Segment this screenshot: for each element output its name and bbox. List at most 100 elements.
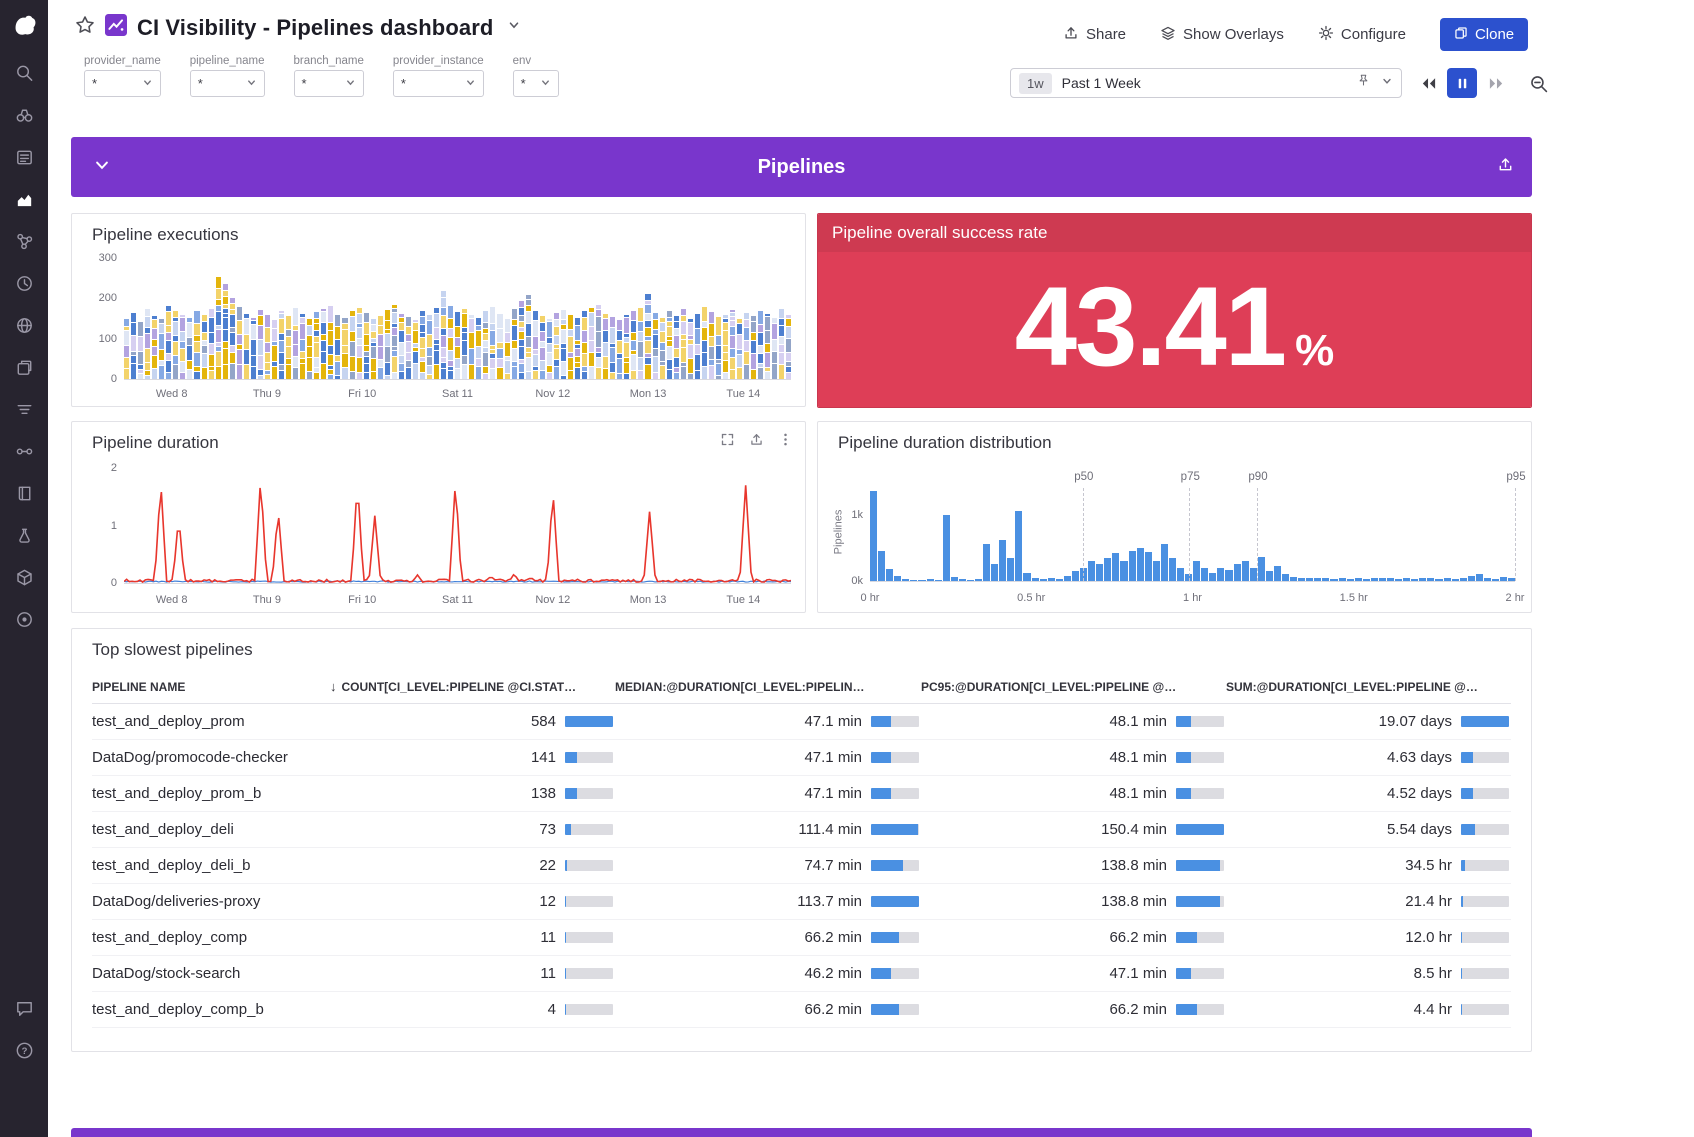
ci-icon[interactable] — [0, 430, 48, 472]
widget-title: Pipeline executions — [92, 225, 238, 245]
time-range-shortcut[interactable]: 1w — [1019, 73, 1052, 94]
bar-segment — [300, 314, 305, 317]
pc95-cell: 66.2 min — [921, 1001, 1226, 1018]
metrics-icon[interactable] — [0, 178, 48, 220]
chevron-down-icon — [465, 76, 476, 91]
widget-title: Pipeline duration distribution — [838, 433, 1052, 453]
column-header[interactable]: PC95:@DURATION[CI_LEVEL:PIPELINE @… — [921, 680, 1226, 694]
distribution-x-axis: 0 hr0.5 hr1 hr1.5 hr2 hr — [870, 592, 1515, 604]
time-range-picker[interactable]: 1w Past 1 Week — [1010, 68, 1402, 98]
pipeline-name-cell[interactable]: test_and_deploy_prom — [92, 713, 330, 730]
histogram-bar — [959, 579, 966, 581]
chat-icon[interactable] — [0, 987, 48, 1029]
pin-icon[interactable] — [1356, 73, 1371, 93]
stacked-bar — [399, 314, 404, 379]
histogram-bar — [1444, 578, 1451, 581]
filter-select-branch_name[interactable]: * — [294, 70, 364, 97]
title-chevron-down-icon[interactable] — [503, 18, 521, 37]
bar-segment — [554, 367, 559, 379]
bar-segment — [307, 336, 312, 346]
success-rate-value-area[interactable]: 43.41 % — [818, 252, 1531, 408]
column-header[interactable]: SUM:@DURATION[CI_LEVEL:PIPELINE @… — [1226, 680, 1511, 694]
bar-segment — [596, 368, 601, 379]
bar-segment — [258, 340, 263, 355]
pipeline-name-cell[interactable]: test_and_deploy_comp_b — [92, 1001, 330, 1018]
median-value: 47.1 min — [804, 749, 862, 766]
count-value: 11 — [540, 929, 556, 946]
filter-select-provider_name[interactable]: * — [84, 70, 161, 97]
sum-bar-fill — [1461, 824, 1475, 835]
help-icon[interactable]: ? — [0, 1029, 48, 1071]
expand-icon[interactable] — [720, 432, 735, 447]
time-range-chevron-down-icon[interactable] — [1381, 74, 1393, 92]
count-cell: 22 — [330, 857, 615, 874]
pipeline-name-cell[interactable]: test_and_deploy_deli — [92, 821, 330, 838]
time-forward-icon[interactable] — [1483, 70, 1509, 96]
bar-segment — [194, 336, 199, 341]
bar-segment — [413, 344, 418, 347]
pipeline-name-cell[interactable]: test_and_deploy_prom_b — [92, 785, 330, 802]
pipeline-name-cell[interactable]: DataDog/deliveries-proxy — [92, 893, 330, 910]
table-row: test_and_deploy_deli73111.4 min150.4 min… — [92, 812, 1511, 848]
monitors-icon[interactable] — [0, 262, 48, 304]
pause-button[interactable] — [1447, 68, 1477, 98]
bar-segment — [145, 363, 150, 370]
synthetics-icon[interactable] — [0, 304, 48, 346]
time-backward-icon[interactable] — [1415, 70, 1441, 96]
notebooks-icon[interactable] — [0, 472, 48, 514]
events-icon[interactable] — [0, 136, 48, 178]
logs-icon[interactable] — [0, 388, 48, 430]
column-header[interactable]: MEDIAN:@DURATION[CI_LEVEL:PIPELIN… — [615, 680, 921, 694]
clone-button[interactable]: Clone — [1440, 18, 1528, 51]
search-icon[interactable] — [0, 52, 48, 94]
bar-segment — [265, 375, 270, 379]
profiling-icon[interactable] — [0, 514, 48, 556]
median-bar-fill — [871, 788, 891, 799]
histogram-bar — [927, 579, 934, 581]
bar-segment — [786, 327, 791, 338]
bar-segment — [660, 318, 665, 322]
histogram-bar — [943, 515, 950, 581]
bar-segment — [596, 310, 601, 316]
zoom-out-icon[interactable] — [1525, 70, 1551, 96]
bar-segment — [512, 367, 517, 379]
group-export-icon[interactable] — [1497, 156, 1514, 178]
filter-select-pipeline_name[interactable]: * — [190, 70, 265, 97]
bar-segment — [730, 321, 735, 326]
pipeline-name-cell[interactable]: test_and_deploy_deli_b — [92, 857, 330, 874]
column-header[interactable]: PIPELINE NAME — [92, 680, 330, 694]
favorite-star-icon[interactable] — [75, 15, 95, 40]
bar-segment — [631, 311, 636, 320]
bar-segment — [786, 353, 791, 361]
distribution-chart[interactable]: 0k1kp50p75p90p95 — [870, 488, 1515, 582]
bar-segment — [526, 337, 531, 347]
executions-chart[interactable]: 0100200300 — [124, 258, 791, 380]
next-group-banner[interactable] — [71, 1128, 1532, 1137]
pipeline-name-cell[interactable]: test_and_deploy_comp — [92, 929, 330, 946]
apm-icon[interactable] — [0, 220, 48, 262]
filter-select-provider_instance[interactable]: * — [393, 70, 484, 97]
software-icon[interactable] — [0, 556, 48, 598]
bar-segment — [674, 349, 679, 357]
kebab-menu-icon[interactable] — [778, 432, 793, 447]
histogram-bar — [1096, 564, 1103, 581]
column-header[interactable]: ↓COUNT[CI_LEVEL:PIPELINE @CI.STAT… — [330, 679, 615, 694]
export-icon[interactable] — [749, 432, 764, 447]
bar-segment — [554, 320, 559, 326]
filter-select-env[interactable]: * — [513, 70, 559, 97]
datadog-logo[interactable] — [0, 0, 48, 52]
integrations-icon[interactable] — [0, 346, 48, 388]
show-overlays-button[interactable]: Show Overlays — [1160, 25, 1284, 45]
watchdog-icon[interactable] — [0, 94, 48, 136]
bar-segment — [554, 327, 559, 335]
bar-segment — [575, 363, 580, 367]
bar-segment — [364, 357, 369, 363]
duration-chart[interactable]: 012 — [124, 468, 791, 584]
bar-segment — [448, 306, 453, 318]
configure-button[interactable]: Configure — [1318, 25, 1406, 45]
security-icon[interactable] — [0, 598, 48, 640]
share-button[interactable]: Share — [1063, 25, 1126, 45]
pipeline-name-cell[interactable]: DataDog/stock-search — [92, 965, 330, 982]
pipeline-name-cell[interactable]: DataDog/promocode-checker — [92, 749, 330, 766]
bar-segment — [497, 359, 502, 367]
